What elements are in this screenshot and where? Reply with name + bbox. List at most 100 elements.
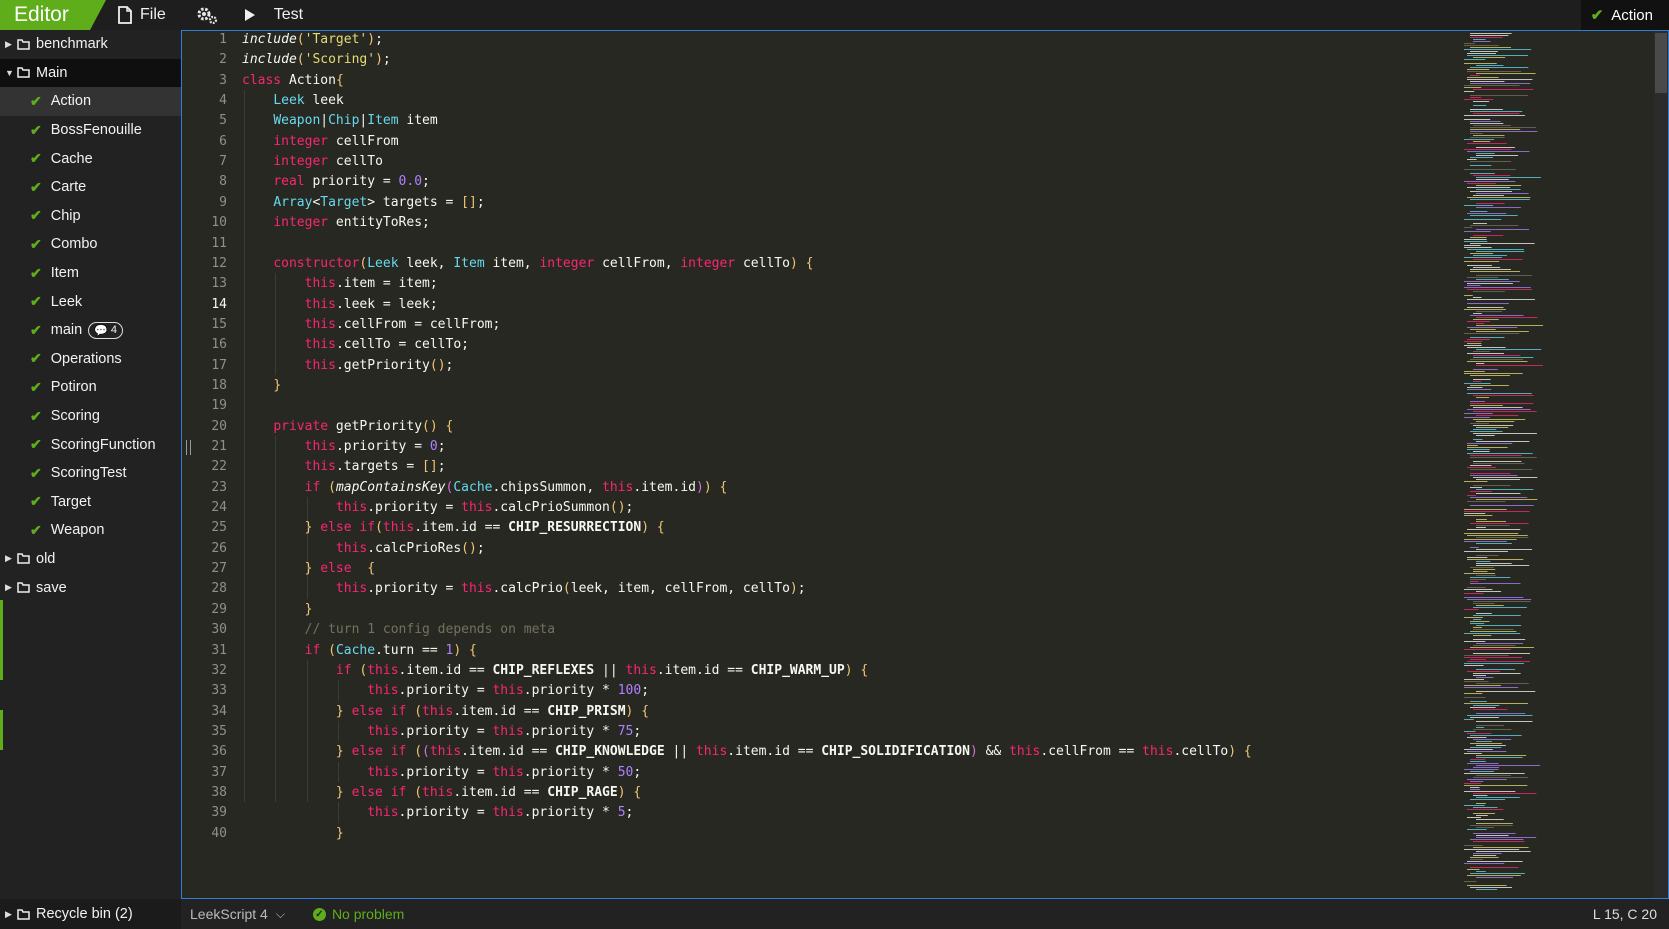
file-item-bossfenouille[interactable]: ✔ BossFenouille bbox=[0, 116, 181, 145]
recycle-bin[interactable]: ▶ Recycle bin (2) bbox=[0, 899, 181, 929]
minimap-line bbox=[1476, 755, 1527, 756]
file-item-cache[interactable]: ✔ Cache bbox=[0, 144, 181, 173]
minimap-line bbox=[1476, 363, 1485, 364]
file-menu-button[interactable]: File bbox=[106, 0, 178, 30]
minimap-line bbox=[1476, 147, 1515, 148]
minimap-line bbox=[1464, 227, 1473, 228]
minimap-line bbox=[1467, 453, 1533, 454]
minimap-line bbox=[1467, 353, 1504, 354]
minimap-line bbox=[1473, 429, 1497, 430]
code-line: this.cellTo = cellTo; bbox=[304, 337, 469, 353]
minimap-line bbox=[1470, 37, 1503, 38]
file-item-carte[interactable]: ✔ Carte bbox=[0, 173, 181, 202]
line-number: 4 bbox=[219, 93, 227, 109]
minimap-line bbox=[1470, 857, 1499, 858]
test-button[interactable]: Test bbox=[236, 0, 315, 30]
minimap-line bbox=[1470, 385, 1509, 386]
file-icon bbox=[118, 6, 132, 24]
settings-button[interactable] bbox=[178, 0, 236, 30]
check-icon: ✔ bbox=[30, 378, 42, 395]
minimap-line bbox=[1464, 149, 1512, 150]
minimap-line bbox=[1473, 807, 1498, 808]
file-item-target[interactable]: ✔ Target bbox=[0, 488, 181, 517]
minimap-line bbox=[1476, 203, 1505, 204]
minimap-line bbox=[1467, 361, 1528, 362]
file-item-leek[interactable]: ✔ Leek bbox=[0, 287, 181, 316]
minimap-line bbox=[1476, 279, 1509, 280]
vertical-scrollbar[interactable] bbox=[1654, 31, 1668, 898]
file-item-item[interactable]: ✔ Item bbox=[0, 259, 181, 288]
scrollbar-thumb[interactable] bbox=[1655, 33, 1667, 93]
file-item-scoringtest[interactable]: ✔ ScoringTest bbox=[0, 459, 181, 488]
minimap-line bbox=[1470, 873, 1525, 874]
caret-right-icon: ▶ bbox=[5, 582, 12, 593]
file-item-weapon[interactable]: ✔ Weapon bbox=[0, 516, 181, 545]
minimap-line bbox=[1467, 77, 1499, 78]
minimap-line bbox=[1464, 345, 1482, 346]
minimap-line bbox=[1467, 303, 1509, 304]
cursor-position: L 15, C 20 bbox=[1592, 906, 1657, 922]
line-number: 36 bbox=[211, 744, 227, 760]
minimap-line bbox=[1467, 535, 1528, 536]
minimap-line bbox=[1464, 597, 1524, 598]
minimap-line bbox=[1470, 129, 1521, 130]
minimap-line bbox=[1470, 789, 1481, 790]
minimap-line bbox=[1476, 669, 1516, 670]
minimap-line bbox=[1470, 473, 1511, 474]
minimap-line bbox=[1470, 225, 1519, 226]
minimap-line bbox=[1473, 411, 1537, 412]
fold-handle-icon[interactable] bbox=[186, 440, 191, 455]
folder-old[interactable]: ▶ old bbox=[0, 545, 181, 574]
minimap-line bbox=[1470, 431, 1503, 432]
minimap-line bbox=[1467, 751, 1507, 752]
minimap-line bbox=[1473, 291, 1505, 292]
minimap-line bbox=[1470, 121, 1501, 122]
minimap-line bbox=[1476, 677, 1494, 678]
minimap-line bbox=[1473, 705, 1500, 706]
file-item-potiron[interactable]: ✔ Potiron bbox=[0, 373, 181, 402]
minimap-line bbox=[1476, 877, 1513, 878]
folder-icon bbox=[17, 553, 30, 565]
code-line: this.priority = this.priority * 100; bbox=[367, 683, 650, 699]
file-item-scoringfunction[interactable]: ✔ ScoringFunction bbox=[0, 430, 181, 459]
active-file-tab[interactable]: ✔ Action bbox=[1580, 0, 1669, 30]
problems-indicator[interactable]: ✓ No problem bbox=[312, 906, 404, 922]
code-area[interactable]: include('Target'); include('Scoring'); cla… bbox=[242, 31, 1482, 898]
minimap-line bbox=[1473, 357, 1534, 358]
minimap[interactable] bbox=[1462, 31, 1582, 898]
minimap-line bbox=[1476, 683, 1529, 684]
minimap-line bbox=[1476, 543, 1512, 544]
line-number: 14 bbox=[211, 296, 227, 312]
folder-benchmark[interactable]: ▶ benchmark bbox=[0, 30, 181, 59]
minimap-line bbox=[1470, 253, 1494, 254]
minimap-line bbox=[1476, 691, 1536, 692]
file-item-main[interactable]: ✔ main 💬 4 bbox=[0, 316, 181, 345]
minimap-line bbox=[1467, 187, 1511, 188]
file-item-chip[interactable]: ✔ Chip bbox=[0, 202, 181, 231]
minimap-line bbox=[1464, 87, 1482, 88]
minimap-line bbox=[1467, 671, 1501, 672]
line-number: 1 bbox=[219, 32, 227, 47]
code-line: constructor(Leek leek, Item item, intege… bbox=[273, 255, 814, 271]
minimap-line bbox=[1467, 347, 1506, 348]
file-item-scoring[interactable]: ✔ Scoring bbox=[0, 402, 181, 431]
file-item-operations[interactable]: ✔ Operations bbox=[0, 345, 181, 374]
folder-main[interactable]: ▼ Main bbox=[0, 58, 181, 88]
folder-save[interactable]: ▶ save bbox=[0, 573, 181, 602]
minimap-line bbox=[1476, 871, 1486, 872]
minimap-line bbox=[1464, 593, 1484, 594]
file-item-action[interactable]: ✔ Action bbox=[0, 87, 181, 116]
code-line: this.priority = this.priority * 50; bbox=[367, 764, 642, 780]
minimap-line bbox=[1464, 609, 1479, 610]
minimap-line bbox=[1464, 515, 1493, 516]
minimap-line bbox=[1470, 35, 1509, 36]
minimap-line bbox=[1467, 307, 1504, 308]
code-editor[interactable]: 1 2 3 4 5 6 7 8 9 10 11 12 13 14 15 16 17 18 19 20 21 22 23 24 2… bbox=[181, 30, 1669, 899]
file-item-combo[interactable]: ✔ Combo bbox=[0, 230, 181, 259]
language-selector[interactable]: LeekScript 4 ⌵ bbox=[181, 906, 285, 922]
minimap-line bbox=[1470, 83, 1531, 84]
minimap-line bbox=[1464, 413, 1493, 414]
minimap-line bbox=[1470, 271, 1521, 272]
minimap-line bbox=[1473, 351, 1490, 352]
minimap-line bbox=[1467, 443, 1513, 444]
